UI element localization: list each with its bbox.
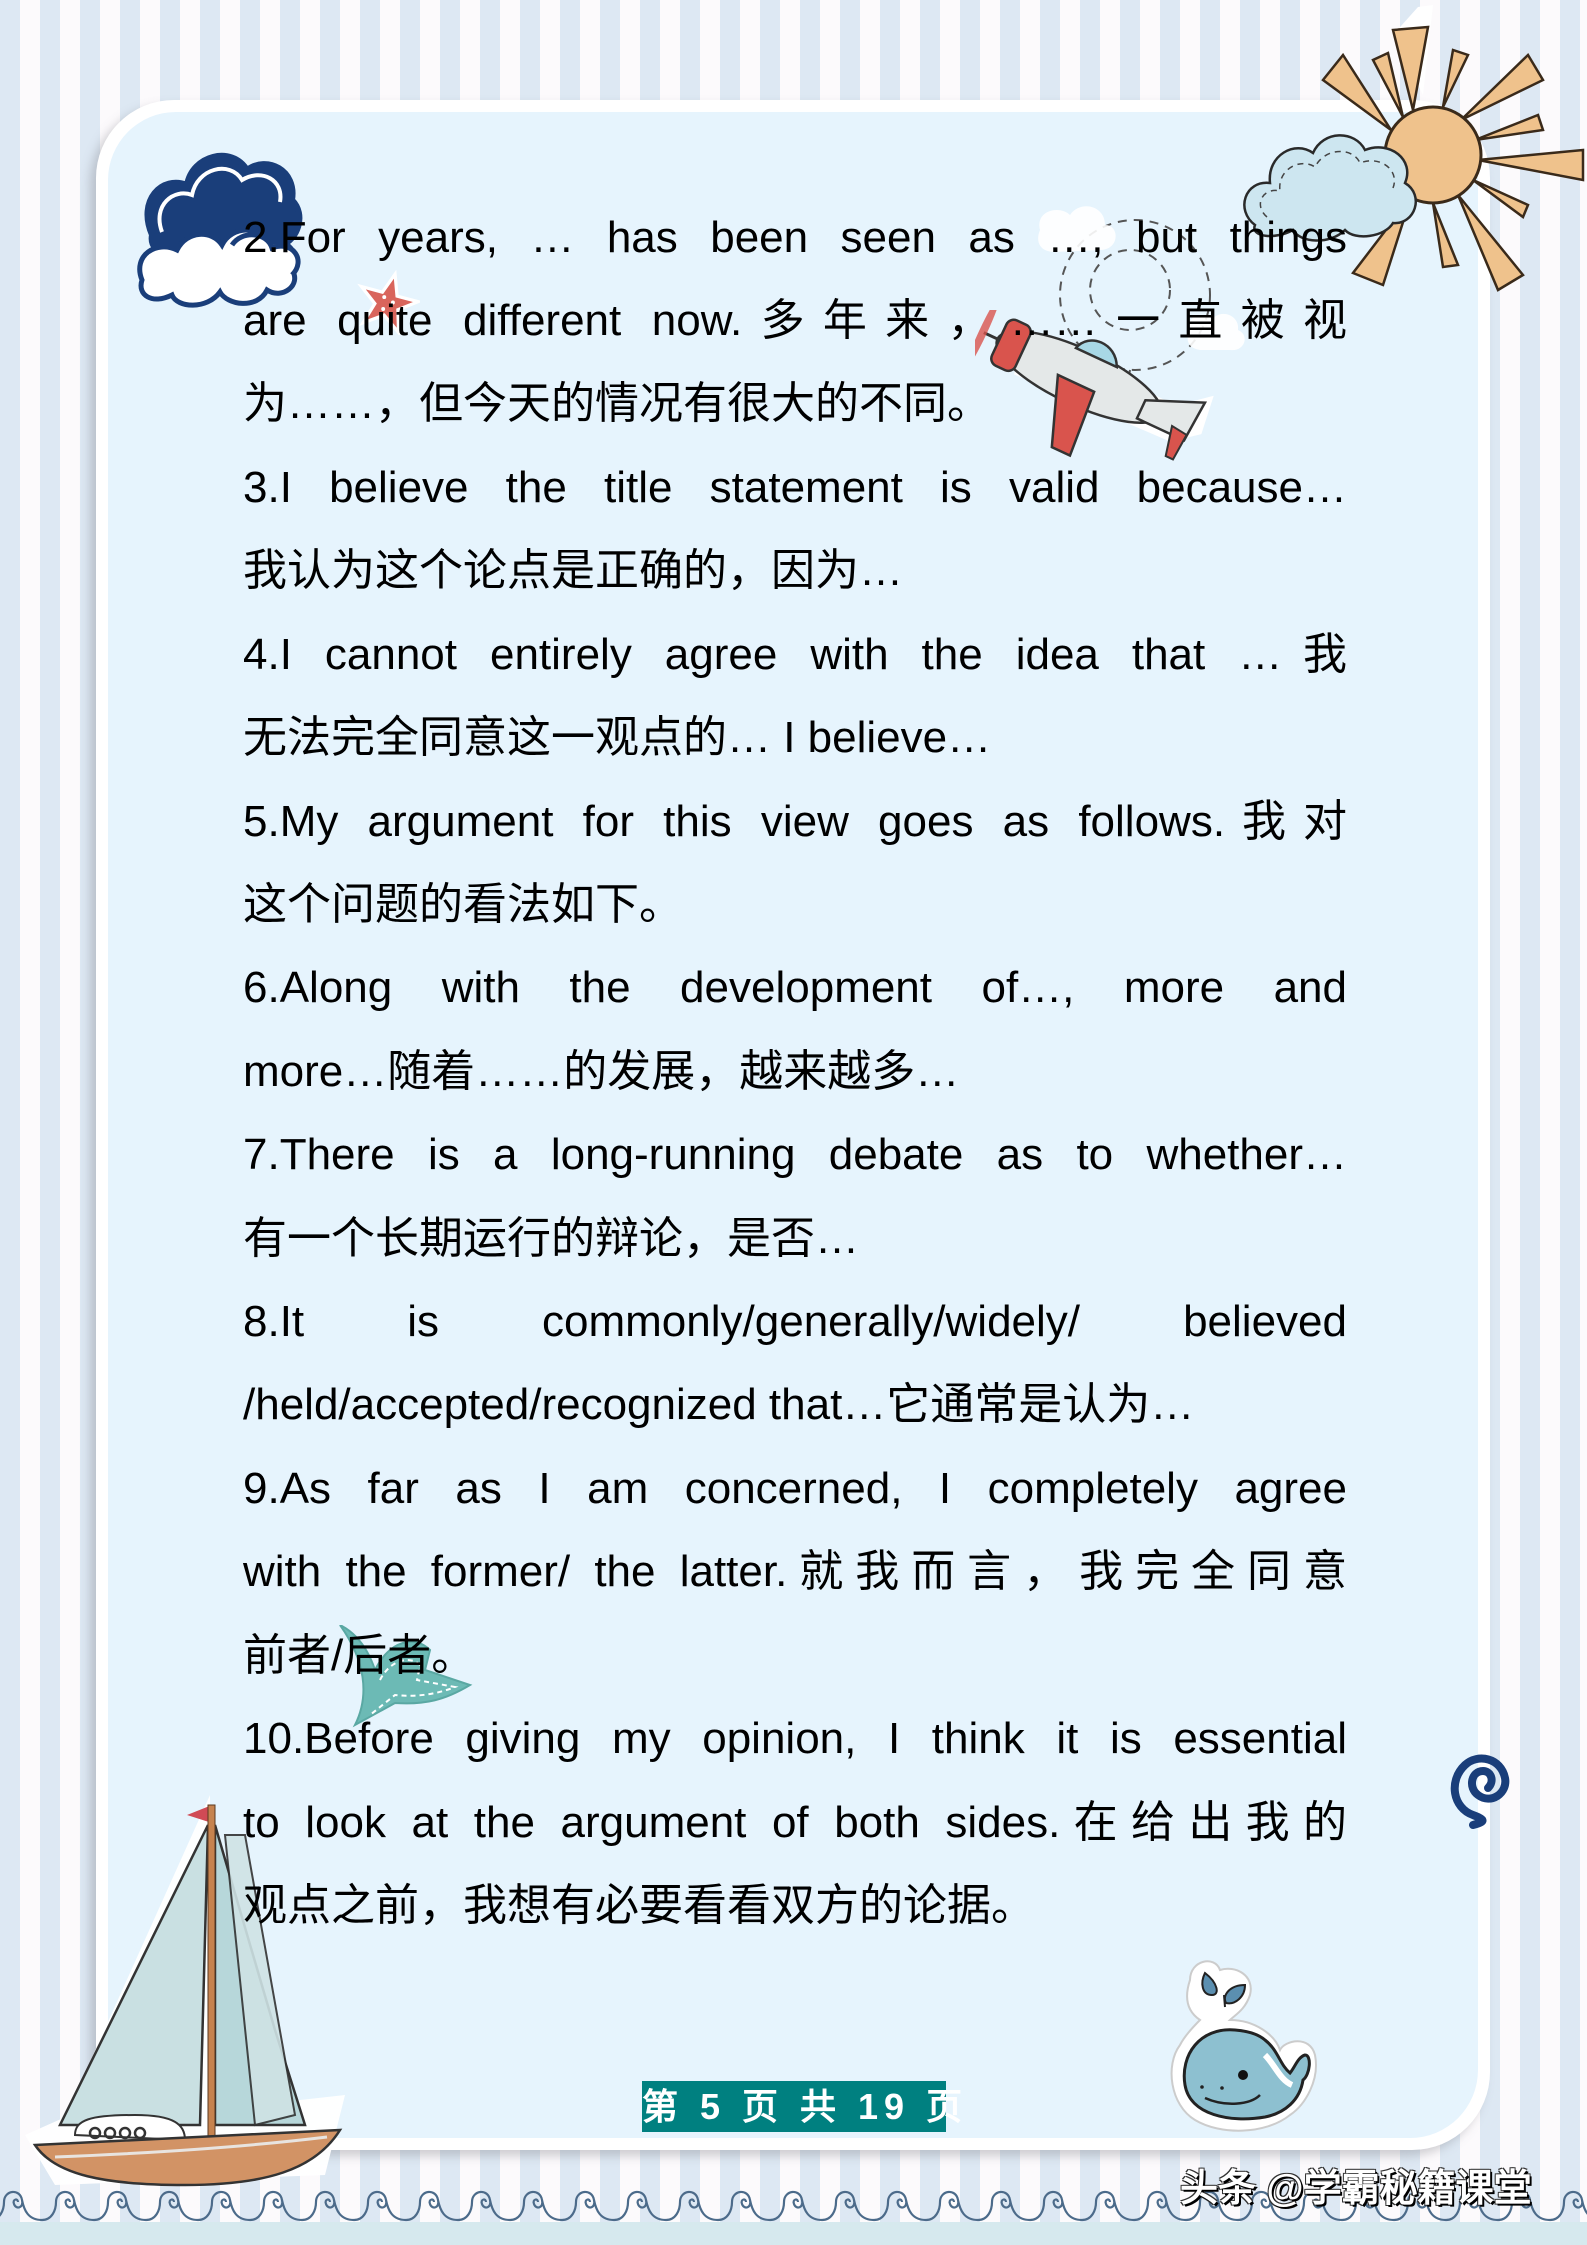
text-line: more…随着……的发展，越来越多… [243,1047,960,1096]
text-line: /held/accepted/recognized that…它通常是认为… [243,1380,1195,1429]
spiral-icon [1450,1754,1510,1829]
whale-icon [1170,1960,1317,2132]
watermark: 头条 @学霸秘籍课堂 [1180,2168,1532,2210]
text-line: 3.I believe the title statement is valid… [243,463,1347,512]
text-line: 5.My argument for this view goes as foll… [243,797,1347,846]
text-line: to look at the argument of both sides.在给… [243,1798,1347,1847]
text-line: 有一个长期运行的辩论，是否… [243,1214,859,1263]
text-line: with the former/ the latter.就我而言，我完全同意 [243,1547,1347,1596]
text-line: 观点之前，我想有必要看看双方的论据。 [243,1881,1035,1930]
text-line: 9.As far as I am concerned, I completely… [243,1464,1347,1513]
text-line: 7.There is a long-running debate as to w… [243,1130,1347,1179]
text-line: 8.It is commonly/generally/widely/ belie… [243,1297,1347,1346]
text-line: 为……，但今天的情况有很大的不同。 [243,379,991,428]
text-line: are quite different now.多年来，……一直被视 [243,296,1347,345]
sailboat-icon [25,1795,345,2187]
sun-icon [1243,5,1585,292]
page-indicator: 第 5 页 共 19 页 [642,2081,962,2132]
text-line: 这个问题的看法如下。 [243,880,683,929]
text-line: 我认为这个论点是正确的，因为… [243,546,903,595]
text-line: 无法完全同意这一观点的… I believe… [243,713,992,762]
text-line: 6.Along with the development of…, more a… [243,963,1347,1012]
text-line: 10.Before giving my opinion, I think it … [243,1714,1347,1763]
text-line: 4.I cannot entirely agree with the idea … [243,630,1347,679]
text-line: 2.For years, … has been seen as …, but t… [243,213,1347,262]
wave-band [0,2222,1587,2245]
text-line: 前者/后者。 [243,1631,476,1680]
